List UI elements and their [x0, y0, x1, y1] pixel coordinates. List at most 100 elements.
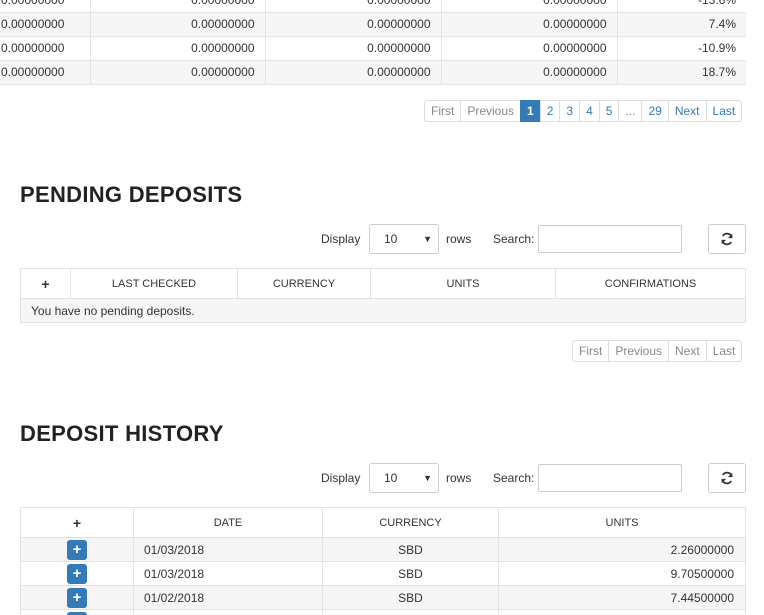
expand-column-header: + — [20, 507, 134, 538]
page-next-button[interactable]: Next — [667, 100, 707, 122]
refresh-button[interactable] — [708, 463, 746, 493]
expand-cell: + — [20, 585, 134, 610]
table-cell: 0.00000000 — [90, 0, 266, 13]
units-column-header[interactable]: UNITS — [498, 507, 746, 538]
table-row: 0.00000000 0.00000000 0.00000000 0.00000… — [0, 0, 746, 13]
table-row: + — [20, 609, 746, 615]
table-row: 0.00000000 0.00000000 0.00000000 0.00000… — [0, 12, 746, 37]
page-ellipsis: ... — [618, 100, 643, 122]
page-first-button[interactable]: First — [424, 100, 462, 122]
table-row: 0.00000000 0.00000000 0.00000000 0.00000… — [0, 60, 746, 85]
table-cell: 0.00000000 — [0, 36, 91, 61]
currency-cell: SBD — [322, 585, 499, 610]
table-cell: 0.00000000 — [265, 60, 442, 85]
page-4-button[interactable]: 4 — [579, 100, 600, 122]
rows-per-page-select[interactable]: 10 ▼ — [369, 224, 439, 254]
table-cell: 0.00000000 — [0, 0, 91, 13]
currency-column-header[interactable]: CURRENCY — [237, 268, 371, 299]
deposit-history-title: DEPOSIT HISTORY — [20, 421, 224, 446]
search-label: Search: — [493, 471, 535, 485]
table-cell: 0.00000000 — [265, 0, 442, 13]
page-last-button[interactable]: Last — [705, 340, 743, 362]
search-input[interactable] — [538, 225, 682, 253]
units-cell — [498, 609, 746, 615]
date-cell — [133, 609, 323, 615]
rows-per-page-value: 10 — [384, 232, 398, 246]
deposit-history-table: + DATE CURRENCY UNITS + 01/03/2018 SBD 2… — [20, 507, 746, 615]
page-last-button[interactable]: Last — [705, 100, 743, 122]
balances-table: 0.00000000 0.00000000 0.00000000 0.00000… — [0, 0, 746, 85]
table-cell: 0.00000000 — [90, 36, 266, 61]
currency-cell — [322, 609, 499, 615]
table-header-row: + LAST CHECKED CURRENCY UNITS CONFIRMATI… — [20, 268, 746, 299]
empty-message: You have no pending deposits. — [20, 298, 746, 323]
date-cell: 01/02/2018 — [133, 585, 323, 610]
expand-row-button[interactable]: + — [67, 587, 87, 608]
page-29-button[interactable]: 29 — [641, 100, 669, 122]
table-cell: 0.00000000 — [441, 60, 618, 85]
pending-pagination: First Previous Next Last — [572, 340, 743, 362]
table-row: + 01/03/2018 SBD 9.70500000 — [20, 561, 746, 586]
date-cell: 01/03/2018 — [133, 537, 323, 562]
refresh-icon — [721, 471, 733, 485]
pending-deposits-table: + LAST CHECKED CURRENCY UNITS CONFIRMATI… — [20, 268, 746, 323]
expand-cell: + — [20, 537, 134, 562]
table-cell: -13.6% — [617, 0, 746, 13]
balances-pagination: First Previous 1 2 3 4 5 ... 29 Next Las… — [424, 100, 743, 122]
search-label: Search: — [493, 232, 535, 246]
table-cell: 0.00000000 — [441, 12, 618, 37]
rows-label: rows — [446, 232, 472, 246]
page-previous-button[interactable]: Previous — [460, 100, 522, 122]
display-label: Display — [321, 232, 361, 246]
refresh-icon — [721, 232, 733, 246]
table-cell: 0.00000000 — [90, 12, 266, 37]
expand-cell: + — [20, 561, 134, 586]
last-checked-column-header[interactable]: LAST CHECKED — [70, 268, 238, 299]
caret-down-icon: ▼ — [423, 473, 432, 483]
units-cell: 7.44500000 — [498, 585, 746, 610]
expand-row-button[interactable]: + — [67, 563, 87, 584]
pending-deposits-title: PENDING DEPOSITS — [20, 182, 243, 207]
table-cell: 18.7% — [617, 60, 746, 85]
table-row: + 01/02/2018 SBD 7.44500000 — [20, 585, 746, 610]
page-2-button[interactable]: 2 — [539, 100, 561, 122]
rows-per-page-select[interactable]: 10 ▼ — [369, 463, 439, 493]
table-row: 0.00000000 0.00000000 0.00000000 0.00000… — [0, 36, 746, 61]
search-input[interactable] — [538, 464, 682, 492]
display-label: Display — [321, 471, 361, 485]
page-5-button[interactable]: 5 — [598, 100, 620, 122]
caret-down-icon: ▼ — [423, 234, 432, 244]
rows-label: rows — [446, 471, 472, 485]
page-1-button[interactable]: 1 — [520, 100, 541, 122]
expand-row-button[interactable]: + — [67, 539, 87, 560]
table-cell: -10.9% — [617, 36, 746, 61]
page-first-button[interactable]: First — [572, 340, 610, 362]
history-controls: Display 10 ▼ rows Search: — [0, 463, 764, 493]
currency-cell: SBD — [322, 537, 499, 562]
currency-cell: SBD — [322, 561, 499, 586]
table-cell: 0.00000000 — [441, 36, 618, 61]
page-3-button[interactable]: 3 — [559, 100, 581, 122]
date-column-header[interactable]: DATE — [133, 507, 323, 538]
table-cell: 0.00000000 — [90, 60, 266, 85]
page-previous-button[interactable]: Previous — [608, 340, 670, 362]
confirmations-column-header[interactable]: CONFIRMATIONS — [555, 268, 746, 299]
table-cell: 0.00000000 — [265, 12, 442, 37]
refresh-button[interactable] — [708, 224, 746, 254]
expand-row-button[interactable]: + — [67, 611, 87, 615]
pending-controls: Display 10 ▼ rows Search: — [0, 224, 764, 254]
table-cell: 0.00000000 — [441, 0, 618, 13]
table-cell: 7.4% — [617, 12, 746, 37]
table-header-row: + DATE CURRENCY UNITS — [20, 507, 746, 538]
rows-per-page-value: 10 — [384, 471, 398, 485]
units-column-header[interactable]: UNITS — [370, 268, 556, 299]
empty-row: You have no pending deposits. — [20, 298, 746, 323]
currency-column-header[interactable]: CURRENCY — [322, 507, 499, 538]
expand-column-header: + — [20, 268, 71, 299]
table-cell: 0.00000000 — [0, 60, 91, 85]
table-cell: 0.00000000 — [265, 36, 442, 61]
date-cell: 01/03/2018 — [133, 561, 323, 586]
units-cell: 9.70500000 — [498, 561, 746, 586]
units-cell: 2.26000000 — [498, 537, 746, 562]
page-next-button[interactable]: Next — [668, 340, 707, 362]
